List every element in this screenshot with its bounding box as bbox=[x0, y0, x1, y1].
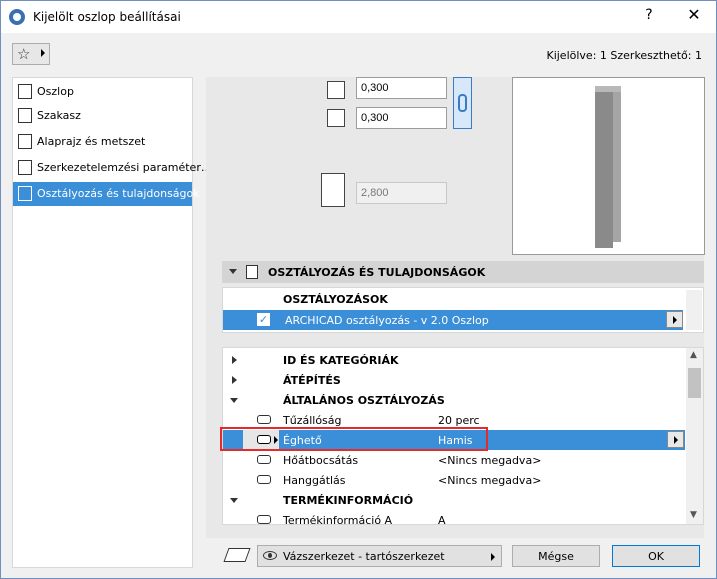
collapse-triangle-icon bbox=[229, 269, 237, 274]
highlight-annotation bbox=[220, 427, 488, 451]
classification-icon bbox=[18, 186, 32, 201]
height-input bbox=[356, 182, 447, 204]
sidebar-item-column[interactable]: Oszlop bbox=[13, 80, 192, 104]
chevron-right-icon bbox=[41, 49, 45, 57]
star-icon: ☆ bbox=[17, 45, 31, 63]
column-icon bbox=[18, 84, 32, 99]
dialog-footer: Vázszerkezet - tartószerkezet Mégse OK bbox=[206, 538, 704, 574]
height-icon bbox=[321, 173, 345, 207]
property-name: Hanggátlás bbox=[283, 474, 346, 487]
scroll-down-icon[interactable]: ▼ bbox=[690, 510, 697, 520]
ok-button[interactable]: OK bbox=[612, 545, 700, 567]
group-label: ÁLTALÁNOS OSZTÁLYOZÁS bbox=[283, 394, 445, 407]
property-value[interactable]: 20 perc bbox=[438, 414, 480, 427]
classifications-box: OSZTÁLYOZÁSOK ✓ ARCHICAD osztályozás - v… bbox=[222, 287, 704, 333]
structural-icon bbox=[18, 160, 32, 175]
property-row[interactable]: Termékinformáció A A bbox=[223, 510, 685, 525]
property-value[interactable]: <Nincs megadva> bbox=[438, 474, 541, 487]
link-size-button[interactable] bbox=[453, 77, 472, 129]
link-icon bbox=[257, 415, 271, 424]
cancel-button[interactable]: Mégse bbox=[512, 545, 600, 567]
chevron-right-icon bbox=[491, 553, 495, 561]
section-title: OSZTÁLYOZÁS ÉS TULAJDONSÁGOK bbox=[268, 266, 486, 279]
layer-icon bbox=[223, 548, 251, 562]
classification-icon bbox=[246, 265, 258, 279]
scroll-thumb[interactable] bbox=[688, 368, 701, 398]
link-icon bbox=[257, 455, 271, 464]
group-row-id[interactable]: ID ÉS KATEGÓRIÁK bbox=[223, 350, 685, 370]
floorplan-icon bbox=[18, 134, 32, 149]
sidebar-item-label: Szakasz bbox=[37, 109, 81, 122]
sidebar-item-structural[interactable]: Szerkezetelemzési paraméter… bbox=[13, 156, 212, 180]
archicad-app-icon bbox=[9, 9, 25, 25]
property-name: Tűzállóság bbox=[283, 414, 342, 427]
settings-sidebar: Oszlop Szakasz Alaprajz és metszet Szerk… bbox=[12, 77, 212, 568]
column-preview bbox=[512, 77, 705, 255]
classification-label: ARCHICAD osztályozás - v 2.0 Oszlop bbox=[285, 314, 489, 327]
sidebar-item-label: Oszlop bbox=[37, 85, 74, 98]
sidebar-item-label: Szerkezetelemzési paraméter… bbox=[37, 161, 212, 174]
depth-icon bbox=[327, 109, 345, 127]
layer-label: Vázszerkezet - tartószerkezet bbox=[283, 550, 445, 563]
sidebar-item-segment[interactable]: Szakasz bbox=[13, 104, 192, 128]
classification-row[interactable]: ✓ ARCHICAD osztályozás - v 2.0 Oszlop bbox=[223, 310, 683, 330]
title-bar: Kijelölt oszlop beállításai ? ✕ bbox=[1, 1, 716, 33]
group-label: TERMÉKINFORMÁCIÓ bbox=[283, 494, 414, 507]
chain-link-icon bbox=[458, 94, 467, 112]
classification-checkbox[interactable]: ✓ bbox=[257, 313, 270, 326]
window-title: Kijelölt oszlop beállításai bbox=[33, 10, 181, 24]
classification-menu-button[interactable] bbox=[666, 311, 683, 328]
sidebar-item-classification[interactable]: Osztályozás és tulajdonságok bbox=[13, 182, 200, 206]
scroll-up-icon[interactable]: ▲ bbox=[690, 350, 697, 360]
collapse-triangle-icon[interactable] bbox=[230, 498, 238, 503]
sidebar-item-floorplan[interactable]: Alaprajz és metszet bbox=[13, 130, 192, 154]
properties-scrollbar[interactable]: ▲ ▼ bbox=[686, 348, 703, 524]
favorites-button[interactable]: ☆ bbox=[12, 43, 50, 65]
sidebar-item-label: Osztályozás és tulajdonságok bbox=[37, 187, 200, 200]
pillar-side-face bbox=[613, 92, 621, 242]
group-row-general[interactable]: ÁLTALÁNOS OSZTÁLYOZÁS bbox=[223, 390, 685, 410]
property-menu-button[interactable] bbox=[667, 431, 684, 448]
pillar-front-face bbox=[595, 92, 613, 248]
property-value[interactable]: A bbox=[438, 514, 446, 524]
link-icon bbox=[257, 475, 271, 484]
property-value[interactable]: <Nincs megadva> bbox=[438, 454, 541, 467]
layer-select[interactable]: Vázszerkezet - tartószerkezet bbox=[257, 545, 502, 567]
classifications-scrollbar[interactable] bbox=[686, 290, 702, 330]
expand-triangle-icon[interactable] bbox=[232, 356, 237, 364]
eye-icon bbox=[263, 551, 277, 560]
link-icon bbox=[257, 515, 271, 524]
selection-info: Kijelölve: 1 Szerkeszthető: 1 bbox=[546, 49, 702, 62]
depth-input[interactable] bbox=[356, 107, 447, 129]
collapse-triangle-icon[interactable] bbox=[230, 398, 238, 403]
property-row[interactable]: Hőátbocsátás <Nincs megadva> bbox=[223, 450, 685, 470]
help-button[interactable]: ? bbox=[637, 7, 661, 27]
group-row-renovation[interactable]: ÁTÉPÍTÉS bbox=[223, 370, 685, 390]
property-name: Termékinformáció A bbox=[283, 514, 393, 525]
classifications-title: OSZTÁLYOZÁSOK bbox=[283, 293, 388, 306]
width-input[interactable] bbox=[356, 77, 447, 99]
group-label: ID ÉS KATEGÓRIÁK bbox=[283, 354, 399, 367]
segment-icon bbox=[18, 108, 32, 123]
close-button[interactable]: ✕ bbox=[679, 5, 709, 27]
settings-dialog: Kijelölt oszlop beállításai ? ✕ ☆ Kijelö… bbox=[0, 0, 717, 579]
width-icon bbox=[327, 81, 345, 99]
property-name: Hőátbocsátás bbox=[283, 454, 359, 467]
section-header[interactable]: OSZTÁLYOZÁS ÉS TULAJDONSÁGOK bbox=[222, 261, 704, 283]
property-row[interactable]: Hanggátlás <Nincs megadva> bbox=[223, 470, 685, 490]
group-label: ÁTÉPÍTÉS bbox=[283, 374, 341, 387]
sidebar-item-label: Alaprajz és metszet bbox=[37, 135, 146, 148]
expand-triangle-icon[interactable] bbox=[232, 376, 237, 384]
group-row-product[interactable]: TERMÉKINFORMÁCIÓ bbox=[223, 490, 685, 510]
